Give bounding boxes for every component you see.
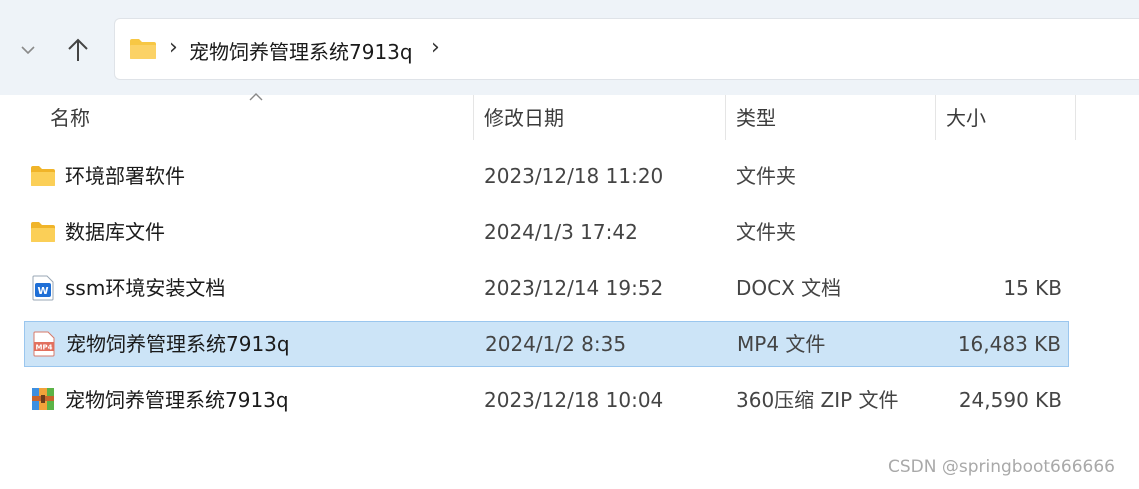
breadcrumb-separator-end[interactable]: ›	[431, 35, 440, 60]
file-size: 16,483 KB	[957, 332, 1061, 356]
svg-text:MP4: MP4	[36, 344, 53, 352]
column-header-name[interactable]: 名称	[50, 95, 90, 140]
breadcrumb-separator[interactable]: ›	[169, 35, 178, 60]
folder-icon	[31, 222, 55, 242]
arrow-up-icon	[68, 38, 88, 61]
folder-icon	[130, 39, 156, 59]
column-header-size[interactable]: 大小	[946, 95, 986, 140]
file-row-docx[interactable]: W ssm环境安装文档 2023/12/14 19:52 DOCX 文档 15 …	[24, 265, 1069, 311]
word-document-icon: W	[32, 275, 54, 301]
column-divider[interactable]	[473, 95, 474, 140]
folder-icon	[31, 166, 55, 186]
file-type: 文件夹	[736, 220, 796, 244]
up-button[interactable]	[58, 28, 98, 72]
zip-archive-icon	[32, 388, 54, 410]
file-name: 环境部署软件	[65, 164, 185, 188]
column-header-type[interactable]: 类型	[736, 95, 776, 140]
file-name: 宠物饲养管理系统7913q	[66, 332, 290, 356]
chevron-down-icon	[21, 46, 35, 55]
file-row-folder-database[interactable]: 数据库文件 2024/1/3 17:42 文件夹	[24, 209, 1069, 255]
navigation-toolbar: › 宠物饲养管理系统7913q ›	[0, 0, 1139, 95]
breadcrumb-current-folder[interactable]: 宠物饲养管理系统7913q	[189, 36, 413, 65]
column-header-date-modified[interactable]: 修改日期	[484, 95, 564, 140]
file-type: DOCX 文档	[736, 276, 842, 300]
file-date: 2023/12/14 19:52	[484, 276, 664, 300]
column-divider[interactable]	[935, 95, 936, 140]
file-row-mp4-selected[interactable]: MP4 宠物饲养管理系统7913q 2024/1/2 8:35 MP4 文件 1…	[24, 321, 1069, 367]
file-date: 2023/12/18 11:20	[484, 164, 664, 188]
file-row-folder-env-software[interactable]: 环境部署软件 2023/12/18 11:20 文件夹	[24, 153, 1069, 199]
file-size: 15 KB	[1003, 276, 1062, 300]
file-name: 数据库文件	[65, 220, 165, 244]
file-date: 2023/12/18 10:04	[484, 388, 664, 412]
file-date: 2024/1/2 8:35	[485, 332, 627, 356]
file-type: MP4 文件	[737, 332, 826, 356]
file-date: 2024/1/3 17:42	[484, 220, 638, 244]
column-divider[interactable]	[1075, 95, 1076, 140]
file-type: 文件夹	[736, 164, 796, 188]
back-button[interactable]	[8, 28, 48, 72]
file-name: 宠物饲养管理系统7913q	[65, 388, 289, 412]
file-size: 24,590 KB	[958, 388, 1062, 412]
watermark: CSDN @springboot666666	[888, 457, 1115, 477]
column-divider[interactable]	[725, 95, 726, 140]
mp4-video-icon: MP4	[33, 331, 55, 357]
file-type: 360压缩 ZIP 文件	[736, 388, 899, 412]
file-row-zip[interactable]: 宠物饲养管理系统7913q 2023/12/18 10:04 360压缩 ZIP…	[24, 377, 1069, 423]
address-bar[interactable]: › 宠物饲养管理系统7913q ›	[114, 18, 1139, 80]
svg-text:W: W	[37, 286, 48, 297]
column-header-row: 名称 修改日期 类型 大小	[0, 95, 1139, 140]
sort-ascending-icon	[249, 93, 263, 101]
file-name: ssm环境安装文档	[65, 276, 226, 300]
